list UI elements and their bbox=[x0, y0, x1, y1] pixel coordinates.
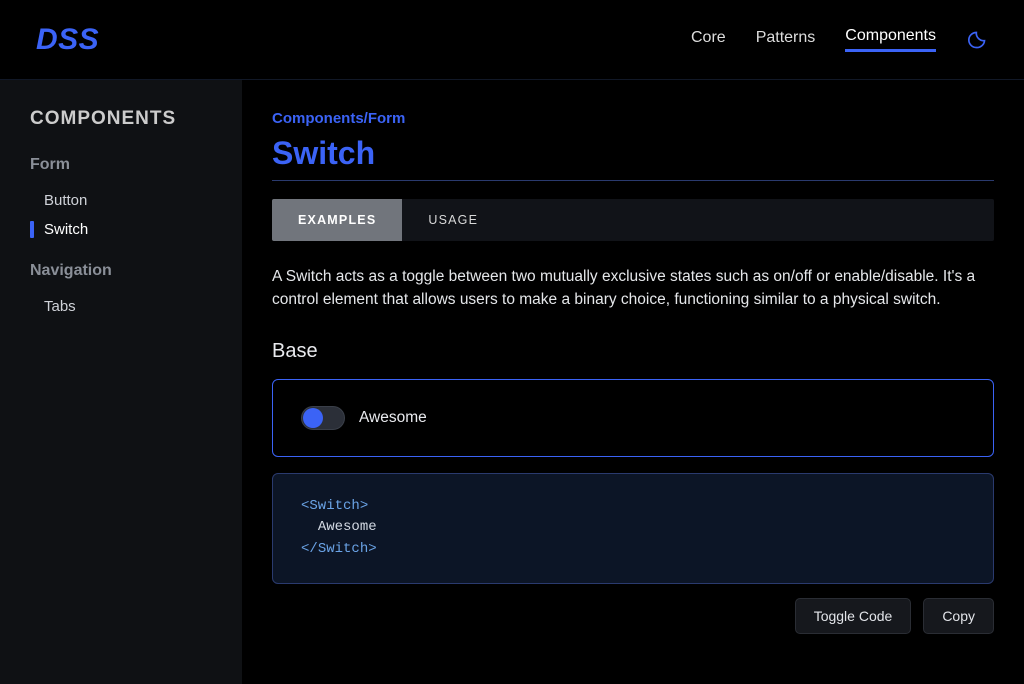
code-block: <Switch> Awesome </Switch> bbox=[272, 473, 994, 584]
code-open-tag: Switch bbox=[309, 498, 359, 514]
main-content: Components/Form Switch EXAMPLES USAGE A … bbox=[242, 80, 1024, 684]
switch-toggle[interactable] bbox=[301, 406, 345, 430]
sidebar-item-button[interactable]: Button bbox=[30, 186, 212, 215]
code-inner-text: Awesome bbox=[318, 519, 377, 535]
page-title: Switch bbox=[272, 135, 994, 172]
sidebar: COMPONENTS Form Button Switch Navigation… bbox=[0, 80, 242, 684]
sidebar-item-tabs[interactable]: Tabs bbox=[30, 292, 212, 321]
section-title: Base bbox=[272, 340, 994, 363]
copy-button[interactable]: Copy bbox=[923, 598, 994, 634]
demo-box: Awesome bbox=[272, 379, 994, 457]
title-rule bbox=[272, 180, 994, 181]
nav-components[interactable]: Components bbox=[845, 27, 936, 52]
sidebar-heading: COMPONENTS bbox=[30, 108, 212, 130]
content-tabs: EXAMPLES USAGE bbox=[272, 199, 994, 241]
component-description: A Switch acts as a toggle between two mu… bbox=[272, 265, 992, 312]
sidebar-group-navigation: Navigation bbox=[30, 262, 212, 280]
sidebar-item-label: Button bbox=[44, 192, 87, 209]
switch-label: Awesome bbox=[359, 409, 427, 427]
action-row: Toggle Code Copy bbox=[272, 598, 994, 634]
nav-core[interactable]: Core bbox=[691, 29, 726, 51]
logo[interactable]: DSS bbox=[36, 23, 99, 57]
code-close-tag: Switch bbox=[318, 541, 368, 557]
sidebar-item-label: Switch bbox=[44, 221, 88, 238]
app-header: DSS Core Patterns Components bbox=[0, 0, 1024, 80]
top-nav: Core Patterns Components bbox=[691, 27, 988, 52]
sidebar-group-form: Form bbox=[30, 156, 212, 174]
breadcrumb[interactable]: Components/Form bbox=[272, 110, 994, 127]
sidebar-item-label: Tabs bbox=[44, 298, 76, 315]
switch-knob-icon bbox=[303, 408, 323, 428]
tab-usage[interactable]: USAGE bbox=[402, 199, 504, 241]
tab-examples[interactable]: EXAMPLES bbox=[272, 199, 402, 241]
app-body: COMPONENTS Form Button Switch Navigation… bbox=[0, 80, 1024, 684]
sidebar-item-switch[interactable]: Switch bbox=[30, 215, 212, 244]
toggle-code-button[interactable]: Toggle Code bbox=[795, 598, 912, 634]
moon-icon[interactable] bbox=[966, 29, 988, 51]
nav-patterns[interactable]: Patterns bbox=[756, 29, 816, 51]
